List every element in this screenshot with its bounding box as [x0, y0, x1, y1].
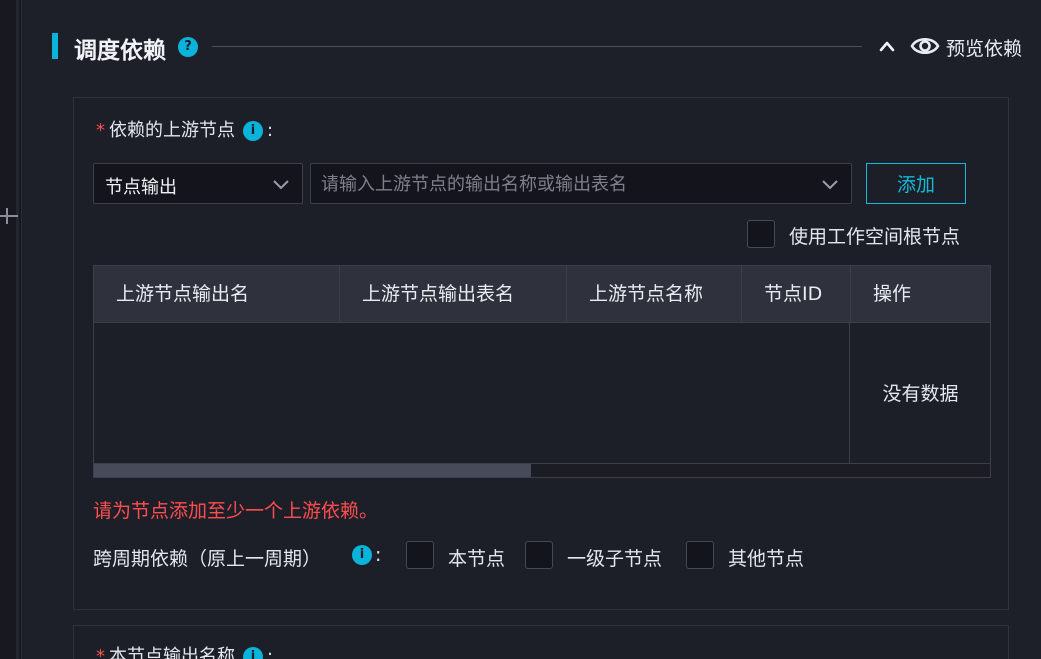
- column-header-node-id: 节点ID: [742, 266, 851, 323]
- dependency-type-select[interactable]: 节点输出: [93, 163, 303, 204]
- upstream-node-label: * 依赖的上游节点 i:: [96, 116, 273, 142]
- upstream-table: 上游节点输出名 上游节点输出表名 上游节点名称 节点ID 操作 没有数据: [93, 265, 991, 478]
- header-divider: [212, 46, 862, 47]
- info-icon[interactable]: i: [352, 545, 372, 565]
- scrollbar-thumb[interactable]: [94, 464, 531, 477]
- child-node-label: 一级子节点: [567, 548, 663, 570]
- dependency-type-value: 节点输出: [105, 177, 177, 198]
- column-header-output-table: 上游节点输出表名: [340, 266, 567, 323]
- cross-cycle-option-other[interactable]: 其他节点: [686, 541, 826, 571]
- other-node-checkbox[interactable]: [686, 541, 714, 569]
- chevron-down-icon: [273, 180, 289, 190]
- info-icon[interactable]: i: [243, 121, 263, 141]
- cross-cycle-row: 跨周期依赖（原上一周期） i : 本节点 一级子节点 其他节点: [93, 541, 993, 571]
- table-header: 上游节点输出名 上游节点输出表名 上游节点名称 节点ID 操作: [94, 266, 990, 323]
- cross-cycle-label: 跨周期依赖（原上一周期）: [93, 548, 322, 570]
- required-mark: *: [96, 120, 105, 141]
- info-icon[interactable]: i: [243, 647, 263, 659]
- section-title: 调度依赖: [74, 38, 166, 64]
- chevron-down-icon[interactable]: [821, 178, 839, 190]
- label-colon: :: [267, 120, 274, 141]
- workspace-root-checkbox[interactable]: [747, 220, 775, 248]
- add-button[interactable]: 添加: [866, 163, 966, 204]
- upstream-node-label-text: 依赖的上游节点: [109, 120, 235, 141]
- validation-error: 请为节点添加至少一个上游依赖。: [93, 500, 379, 522]
- left-rail: [0, 0, 22, 659]
- column-header-output-name: 上游节点输出名: [94, 266, 340, 323]
- panel-resize-handle[interactable]: [0, 205, 18, 227]
- handle-bar-vertical: [6, 208, 8, 224]
- eye-icon[interactable]: [910, 33, 940, 59]
- self-node-label: 本节点: [448, 548, 506, 570]
- cross-cycle-option-self[interactable]: 本节点: [406, 541, 516, 571]
- node-output-label: * 本节点输出名称 i:: [96, 642, 273, 659]
- workspace-root-label: 使用工作空间根节点: [789, 226, 961, 248]
- rail-line: [16, 0, 19, 659]
- other-node-label: 其他节点: [728, 548, 805, 570]
- upstream-search-select[interactable]: [310, 163, 852, 204]
- empty-state-text: 没有数据: [882, 383, 959, 405]
- label-colon: :: [267, 646, 274, 659]
- node-output-label-text: 本节点输出名称: [109, 646, 235, 659]
- upstream-dependency-panel: *依赖的上游节点 i: 节点输出 添加 使用工作空间根节点 上游节点输出名 上游节…: [73, 97, 1009, 610]
- column-header-actions: 操作: [873, 283, 912, 305]
- workspace-root-option[interactable]: 使用工作空间根节点: [747, 220, 997, 248]
- column-header-node-name: 上游节点名称: [567, 266, 742, 323]
- section-header: 调度依赖 ? 预览依赖: [52, 28, 1032, 64]
- node-output-panel: * 本节点输出名称 i:: [73, 625, 1009, 659]
- handle-bar-horizontal: [0, 215, 18, 217]
- section-accent-bar: [52, 33, 58, 59]
- table-horizontal-scrollbar[interactable]: [94, 463, 990, 477]
- chevron-up-icon[interactable]: [878, 38, 896, 54]
- help-icon[interactable]: ?: [178, 37, 198, 57]
- child-node-checkbox[interactable]: [525, 541, 553, 569]
- actions-column-body: 没有数据: [849, 323, 990, 463]
- cross-cycle-option-child[interactable]: 一级子节点: [525, 541, 675, 571]
- required-mark: *: [96, 646, 105, 659]
- self-node-checkbox[interactable]: [406, 541, 434, 569]
- upstream-search-input[interactable]: [321, 171, 811, 197]
- label-colon: :: [375, 544, 382, 566]
- preview-dependency-link[interactable]: 预览依赖: [946, 34, 1022, 61]
